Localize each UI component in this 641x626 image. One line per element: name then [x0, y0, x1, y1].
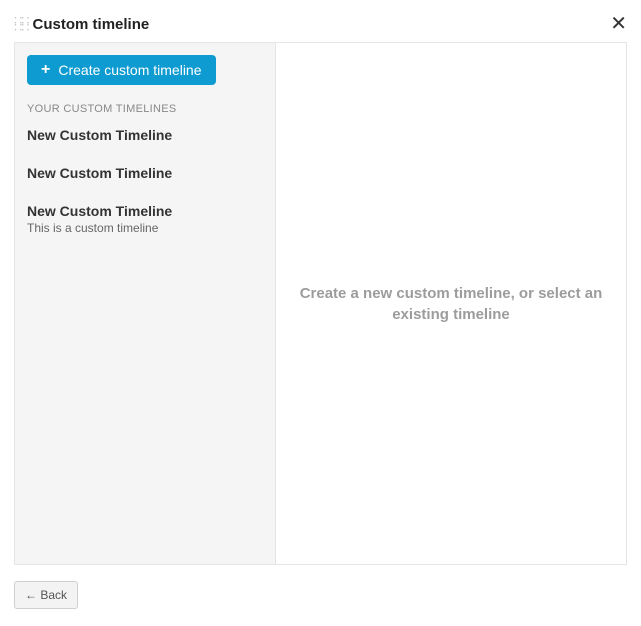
timeline-item[interactable]: New Custom Timeline	[27, 165, 263, 181]
timeline-item[interactable]: New Custom Timeline	[27, 127, 263, 143]
plus-icon: +	[41, 62, 50, 78]
timeline-item-description: This is a custom timeline	[27, 221, 263, 235]
placeholder-text: Create a new custom timeline, or select …	[296, 283, 606, 325]
timeline-item-title: New Custom Timeline	[27, 127, 263, 143]
dialog-footer: ← Back	[14, 565, 627, 609]
dialog-header: ∷∷∷∷ Custom timeline ✕	[14, 10, 627, 42]
sidebar-section-label: YOUR CUSTOM TIMELINES	[27, 103, 263, 115]
timeline-item-title: New Custom Timeline	[27, 165, 263, 181]
main-panel: Create a new custom timeline, or select …	[276, 43, 626, 564]
create-button-label: Create custom timeline	[58, 62, 201, 78]
timeline-item-title: New Custom Timeline	[27, 203, 263, 219]
dialog-title: Custom timeline	[33, 16, 150, 33]
back-button[interactable]: ← Back	[14, 581, 78, 609]
sidebar: + Create custom timeline YOUR CUSTOM TIM…	[15, 43, 276, 564]
custom-timeline-dialog: ∷∷∷∷ Custom timeline ✕ + Create custom t…	[0, 0, 641, 626]
dialog-body: + Create custom timeline YOUR CUSTOM TIM…	[14, 42, 627, 565]
timeline-item[interactable]: New Custom Timeline This is a custom tim…	[27, 203, 263, 235]
grip-icon: ∷∷∷∷	[14, 17, 29, 31]
create-timeline-button[interactable]: + Create custom timeline	[27, 55, 216, 85]
close-icon[interactable]: ✕	[610, 14, 627, 34]
header-left: ∷∷∷∷ Custom timeline	[14, 16, 149, 33]
